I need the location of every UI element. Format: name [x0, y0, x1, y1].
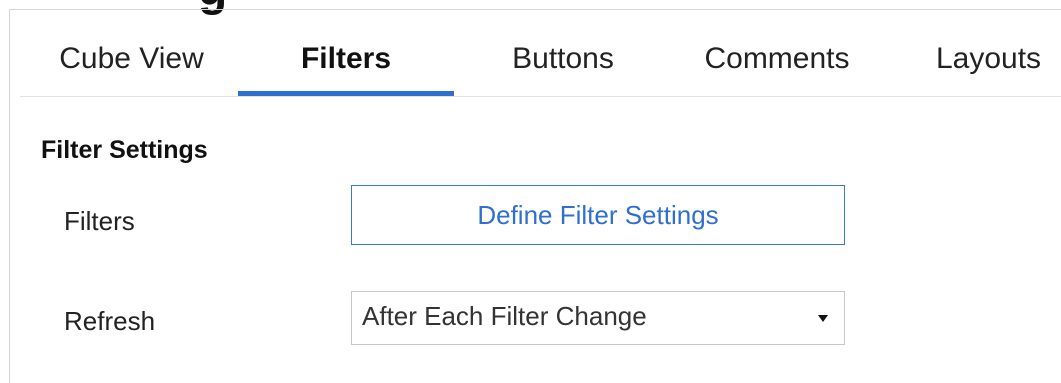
- clipped-heading-text: g: [198, 0, 338, 16]
- tab-layouts[interactable]: Layouts: [916, 22, 1061, 96]
- refresh-select[interactable]: After Each Filter Change: [351, 291, 845, 345]
- tab-comments[interactable]: Comments: [674, 22, 880, 96]
- tab-buttons[interactable]: Buttons: [484, 22, 642, 96]
- tabs-divider: [20, 96, 1061, 97]
- refresh-select-value: After Each Filter Change: [362, 300, 647, 331]
- refresh-label: Refresh: [64, 306, 156, 336]
- tab-bar: Cube View Filters Buttons Comments Layou…: [10, 22, 1061, 96]
- panel-top-border: [9, 9, 1061, 10]
- define-filter-settings-button[interactable]: Define Filter Settings: [351, 185, 845, 245]
- caret-down-icon: [818, 314, 828, 322]
- tab-filters[interactable]: Filters: [238, 22, 454, 96]
- filter-settings-panel: g Cube View Filters Buttons Comments Lay…: [0, 0, 1061, 383]
- tab-cube-view[interactable]: Cube View: [48, 22, 215, 96]
- filters-label: Filters: [64, 206, 135, 236]
- section-title: Filter Settings: [41, 136, 208, 164]
